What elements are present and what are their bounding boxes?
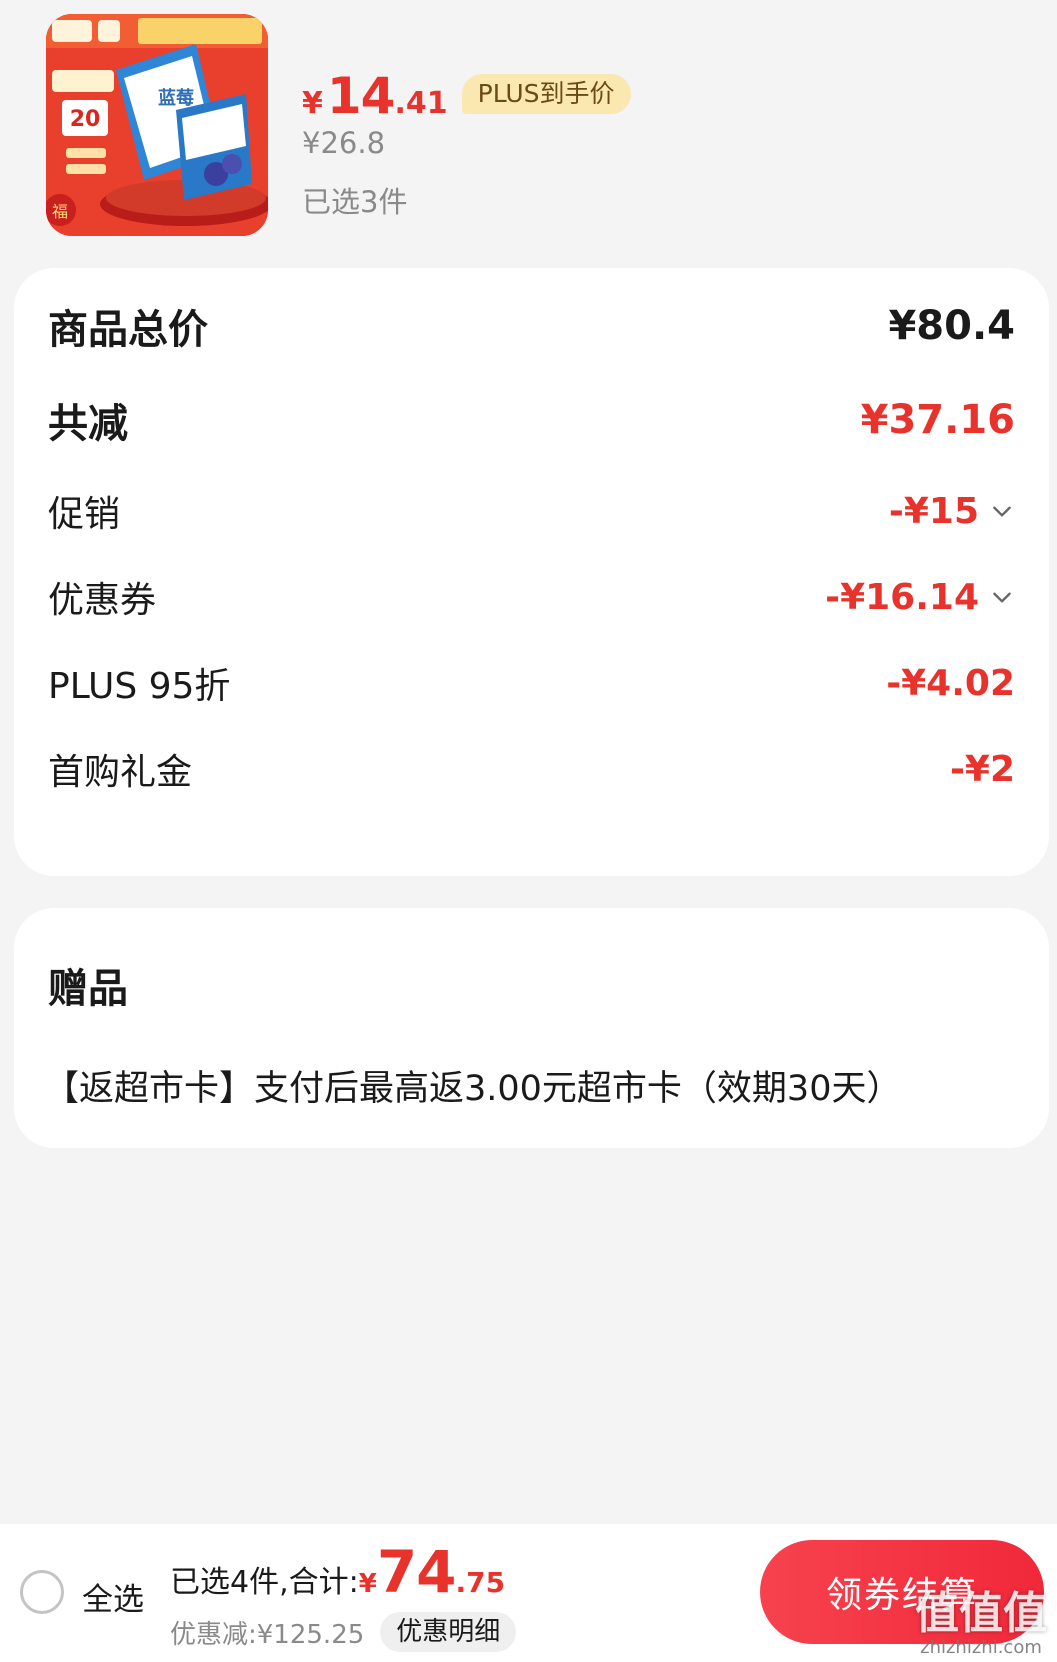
- plus-price-row: ¥ 14 .41 PLUS到手价: [302, 54, 631, 124]
- chevron-down-icon[interactable]: [989, 498, 1015, 524]
- promotion-label: 促销: [48, 494, 121, 535]
- coupon-label: 优惠券: [48, 580, 157, 621]
- chevron-down-icon[interactable]: [989, 584, 1015, 610]
- total-currency: ¥: [358, 1569, 377, 1599]
- price-integer: 14: [326, 67, 396, 125]
- promotion-value: -¥15: [888, 490, 979, 532]
- discount-detail-button[interactable]: 优惠明细: [380, 1612, 517, 1652]
- discount-line: 优惠减:¥125.25 优惠明细: [170, 1612, 517, 1652]
- discount-amount: 优惠减:¥125.25: [170, 1619, 365, 1650]
- watermark-url: zhizhizhi.com: [920, 1637, 1042, 1658]
- select-all-label[interactable]: 全选: [82, 1574, 144, 1619]
- summary-row-reduction: 共减 ¥37.16: [48, 392, 1015, 448]
- summary-row-first-purchase: 首购礼金 -¥2: [48, 742, 1015, 796]
- first-purchase-label: 首购礼金: [48, 752, 193, 793]
- price-summary-card: 商品总价 ¥80.4 共减 ¥37.16 促销 -¥15 优惠券 -¥16.14: [14, 268, 1049, 876]
- watermark: 值值值 zhizhizhi.com: [915, 1590, 1047, 1658]
- plus-price: ¥ 14 .41: [302, 68, 448, 124]
- total-price-label: 商品总价: [48, 307, 208, 353]
- promotion-value-group[interactable]: -¥15: [889, 491, 1015, 532]
- coupon-value: -¥16.14: [825, 576, 979, 618]
- product-image[interactable]: 20 蓝莓 福: [46, 14, 268, 236]
- selected-count: 已选3件: [302, 185, 408, 219]
- original-price: ¥26.8: [302, 126, 386, 160]
- svg-text:福: 福: [52, 202, 68, 221]
- summary-row-coupon[interactable]: 优惠券 -¥16.14: [48, 570, 1015, 624]
- select-all-radio[interactable]: [20, 1570, 64, 1614]
- total-integer: 74: [376, 1538, 457, 1606]
- svg-text:蓝莓: 蓝莓: [158, 87, 194, 109]
- summary-row-total: 商品总价 ¥80.4: [48, 298, 1015, 354]
- plus-discount-label: PLUS 95折: [48, 666, 231, 707]
- checkout-bar: 全选 已选4件,合计: ¥ 74 .75 优惠减:¥125.25 优惠明细 领券…: [0, 1524, 1057, 1662]
- order-summary-page: 20 蓝莓 福 ¥ 14 .41 PLUS到手价 ¥26.8 已选3件 商品总价…: [0, 0, 1057, 1662]
- product-image-illustration: 20 蓝莓 福: [46, 14, 268, 236]
- gift-title: 赠品: [48, 966, 128, 1012]
- total-label: 已选4件,合计:: [170, 1565, 359, 1600]
- total-line: 已选4件,合计: ¥ 74 .75: [170, 1542, 505, 1602]
- plus-discount-value: -¥4.02: [886, 662, 1015, 704]
- gift-card: 赠品 【返超市卡】支付后最高返3.00元超市卡（效期30天）: [14, 908, 1049, 1148]
- watermark-logo: 值值值: [915, 1588, 1047, 1639]
- svg-text:20: 20: [70, 107, 101, 132]
- summary-row-plus-discount: PLUS 95折 -¥4.02: [48, 656, 1015, 710]
- price-currency: ¥: [302, 86, 323, 121]
- coupon-value-group[interactable]: -¥16.14: [825, 577, 1015, 618]
- summary-row-promotion[interactable]: 促销 -¥15: [48, 484, 1015, 538]
- gift-description: 【返超市卡】支付后最高返3.00元超市卡（效期30天）: [44, 1069, 902, 1109]
- reduction-value: ¥37.16: [860, 397, 1015, 443]
- total-price-value: ¥80.4: [888, 303, 1015, 349]
- product-summary: 20 蓝莓 福 ¥ 14 .41 PLUS到手价 ¥26.8 已选3件: [46, 14, 1006, 236]
- first-purchase-value: -¥2: [949, 748, 1015, 790]
- plus-price-tag: PLUS到手价: [461, 74, 631, 114]
- total-decimal: .75: [455, 1566, 506, 1599]
- reduction-label: 共减: [48, 401, 128, 447]
- total-amount: ¥ 74 .75: [359, 1542, 505, 1602]
- price-decimal: .41: [394, 86, 448, 121]
